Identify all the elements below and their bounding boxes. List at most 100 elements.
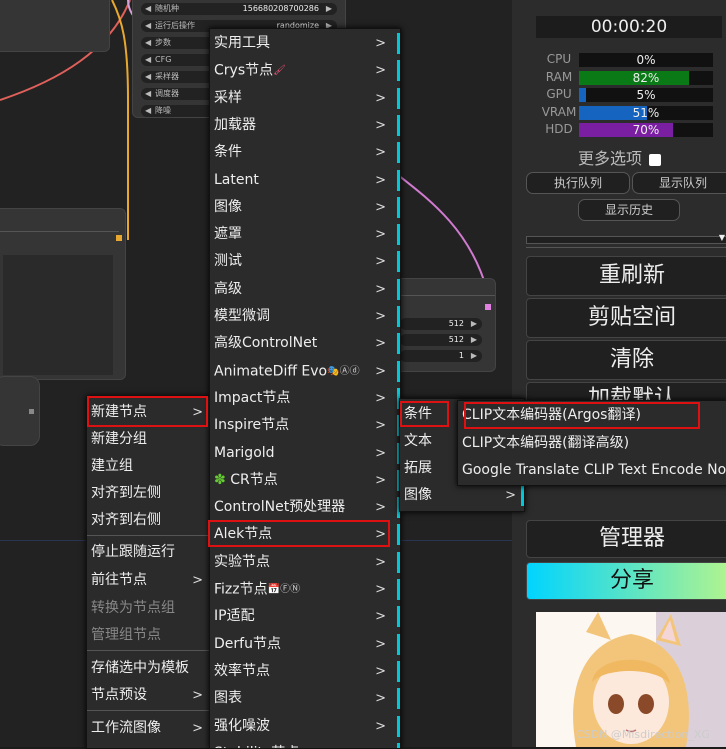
width-field[interactable]: 512 ▶: [400, 318, 482, 330]
submenu-indicator: [397, 33, 400, 54]
height-field[interactable]: 512 ▶: [400, 334, 482, 346]
context-menu-item[interactable]: 对齐到右侧: [87, 507, 211, 534]
context-menu-item[interactable]: 新建分组: [87, 426, 211, 453]
node-output-socket[interactable]: [485, 304, 491, 310]
queue-panel: 00:00:20 CPU 0% RAM 82% GPU 5% VRAM 51% HDD 70% 更…: [512, 0, 726, 747]
node-category-item[interactable]: 图表 >: [210, 685, 400, 712]
node-category-item[interactable]: 高级 >: [210, 276, 400, 303]
node-category-item[interactable]: Stability节点>: [210, 740, 400, 748]
collapse-bar[interactable]: ▼: [526, 233, 726, 244]
stat-bar: 0%: [579, 53, 713, 67]
submenu-indicator: [397, 688, 400, 710]
submenu-arrow-icon: >: [375, 609, 386, 625]
node-category-item[interactable]: Fizz节点 📅ⒻⓃ >: [210, 576, 400, 603]
menu-item-label: 节点预设: [91, 687, 147, 703]
decrement-arrow-icon[interactable]: ◀: [145, 71, 151, 83]
context-menu-item[interactable]: 对齐到左侧: [87, 480, 211, 507]
decrement-arrow-icon[interactable]: ◀: [145, 3, 151, 15]
submenu-indicator: [397, 633, 400, 655]
context-menu-item[interactable]: 节点预设 >: [87, 682, 213, 709]
share-button[interactable]: 分享: [526, 562, 726, 600]
show-history-button[interactable]: 显示历史: [578, 199, 680, 221]
node-category-item[interactable]: Derfu节点 >: [210, 631, 400, 658]
node-category-item[interactable]: Inspire节点 >: [210, 412, 400, 439]
submenu-arrow-icon: >: [375, 740, 386, 748]
node-category-item[interactable]: Impact节点 >: [210, 385, 400, 412]
menu-item-label: Derfu节点: [214, 635, 281, 652]
refresh-button[interactable]: 重刷新: [526, 256, 726, 296]
execute-queue-button[interactable]: 执行队列: [526, 172, 630, 194]
node-bottom-left[interactable]: [0, 376, 40, 446]
menu-item-label: 存储选中为模板: [91, 660, 189, 676]
menu-item-label: Impact节点: [214, 389, 291, 406]
menu-item-label: 效率节点: [214, 662, 270, 679]
node-category-item[interactable]: Latent >: [210, 167, 400, 194]
context-menu-item[interactable]: 工作流图像 >: [87, 715, 213, 742]
menu-item-label: 条件: [214, 144, 242, 161]
field-label: 调度器: [155, 89, 179, 98]
decrement-arrow-icon[interactable]: ◀: [145, 37, 151, 49]
stat-bar: 5%: [579, 88, 713, 102]
increment-arrow-icon[interactable]: ▶: [326, 3, 332, 15]
node-category-item[interactable]: AnimateDiff Evo 🎭Ⓐⓓ >: [210, 358, 400, 385]
menu-separator: [87, 710, 211, 711]
submenu-arrow-icon: >: [375, 554, 386, 570]
node-category-item[interactable]: 采样 >: [210, 85, 400, 112]
decrement-arrow-icon[interactable]: ◀: [145, 88, 151, 100]
clip-encoder-item[interactable]: Google Translate CLIP Text Encode Node: [458, 457, 726, 484]
menu-item-label: 强化噪波: [214, 717, 270, 734]
clear-button[interactable]: 清除: [526, 340, 726, 380]
node-mid-left[interactable]: [0, 208, 126, 380]
node-category-item[interactable]: ControlNet预处理器 >: [210, 494, 400, 521]
context-menu-item[interactable]: 建立组: [87, 453, 211, 480]
context-menu-item[interactable]: 停止跟随运行: [87, 539, 211, 566]
node-category-item[interactable]: 高级ControlNet >: [210, 330, 400, 357]
decrement-arrow-icon[interactable]: ◀: [145, 54, 151, 66]
node-socket[interactable]: [29, 409, 34, 414]
menu-item-label: CR节点: [230, 471, 278, 488]
node-category-item[interactable]: 图像 >: [210, 194, 400, 221]
menu-item-label: 采样: [214, 89, 242, 106]
more-options-checkbox[interactable]: [649, 153, 662, 166]
menu-item-label: Crys节点: [214, 62, 274, 79]
alek-submenu-item[interactable]: 图像 >: [400, 482, 524, 509]
menu-item-label: 转换为节点组: [91, 600, 175, 616]
node-category-item[interactable]: 强化噪波 >: [210, 713, 400, 740]
divider: [526, 247, 726, 248]
sampler-field[interactable]: ◀ 随机种 156680208700286 ▶: [141, 3, 337, 15]
node-category-item[interactable]: Crys节点 🖌 >: [210, 57, 400, 84]
node-category-item[interactable]: 遮罩 >: [210, 221, 400, 248]
batch-field[interactable]: 1 ▶: [400, 350, 482, 362]
context-menu-item[interactable]: 存储选中为模板: [87, 655, 211, 682]
calendar-icon: 📅ⒻⓃ: [267, 584, 301, 595]
submenu-indicator: [397, 333, 400, 355]
node-category-item[interactable]: 加载器 >: [210, 112, 400, 139]
node-output-socket[interactable]: [116, 235, 122, 241]
menu-item-label: Latent: [214, 171, 259, 188]
node-category-item[interactable]: 测试 >: [210, 248, 400, 275]
node-category-item[interactable]: 效率节点 >: [210, 658, 400, 685]
submenu-arrow-icon: >: [192, 721, 203, 736]
decrement-arrow-icon[interactable]: ◀: [145, 20, 151, 32]
clipspace-button[interactable]: 剪贴空间: [526, 298, 726, 338]
clip-encoder-item[interactable]: CLIP文本编码器(翻译高级): [458, 430, 726, 457]
node-category-item[interactable]: 实验节点 >: [210, 549, 400, 576]
decrement-arrow-icon[interactable]: ◀: [145, 105, 151, 117]
menu-item-label: ControlNet预处理器: [214, 499, 346, 516]
node-category-item[interactable]: IP适配 >: [210, 603, 400, 630]
node-category-item[interactable]: 模型微调 >: [210, 303, 400, 330]
more-options-label: 更多选项: [578, 145, 662, 169]
node-category-item[interactable]: Marigold >: [210, 440, 400, 467]
show-queue-button[interactable]: 显示队列: [632, 172, 726, 194]
submenu-indicator: [397, 579, 400, 600]
stat-value: 5%: [636, 88, 656, 102]
node-category-item[interactable]: ✽ CR节点 >: [210, 467, 400, 494]
manager-button[interactable]: 管理器: [526, 520, 726, 558]
field-label: 采样器: [155, 72, 179, 81]
node-category-item[interactable]: 条件 >: [210, 139, 400, 166]
node-top-left[interactable]: [0, 0, 110, 52]
stat-label: CPU: [546, 52, 572, 66]
context-menu-item[interactable]: 前往节点 >: [87, 567, 213, 594]
node-category-item[interactable]: 实用工具 >: [210, 30, 400, 57]
elapsed-timer: 00:00:20: [536, 16, 722, 38]
